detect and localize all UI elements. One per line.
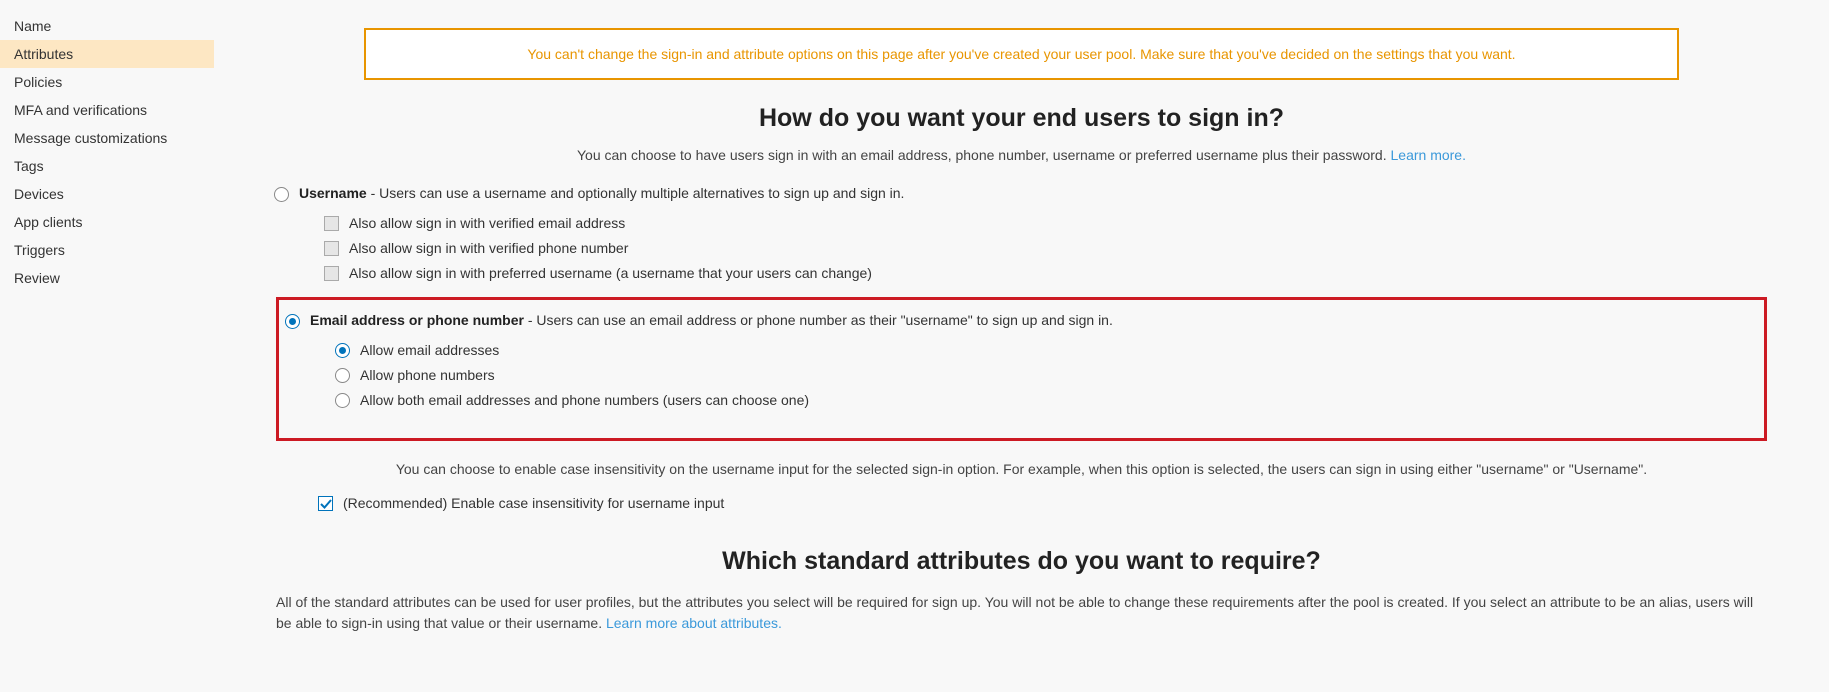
sidebar-item-app-clients[interactable]: App clients	[0, 208, 214, 236]
sidebar-item-attributes[interactable]: Attributes	[0, 40, 214, 68]
case-insensitivity-text: You can choose to enable case insensitiv…	[284, 459, 1759, 480]
case-checkbox-row: (Recommended) Enable case insensitivity …	[318, 494, 1769, 511]
email-sub-allow-email-row: Allow email addresses	[335, 337, 1764, 362]
learn-more-link[interactable]: Learn more.	[1391, 147, 1466, 163]
sidebar-item-policies[interactable]: Policies	[0, 68, 214, 96]
option-email-phone-desc: - Users can use an email address or phon…	[524, 312, 1113, 328]
sidebar-item-name[interactable]: Name	[0, 12, 214, 40]
radio-allow-both[interactable]	[335, 393, 350, 408]
username-sub-preferred-row: Also allow sign in with preferred userna…	[324, 260, 1769, 285]
username-sub-phone-row: Also allow sign in with verified phone n…	[324, 235, 1769, 260]
sidebar-item-devices[interactable]: Devices	[0, 180, 214, 208]
option-username-desc: - Users can use a username and optionall…	[367, 185, 905, 201]
radio-allow-email[interactable]	[335, 343, 350, 358]
email-sub-allow-phone-label: Allow phone numbers	[360, 367, 495, 383]
sidebar-item-triggers[interactable]: Triggers	[0, 236, 214, 264]
sidebar-item-message-customizations[interactable]: Message customizations	[0, 124, 214, 152]
checkbox-verified-phone[interactable]	[324, 241, 339, 256]
option-email-phone-bold: Email address or phone number	[310, 312, 524, 328]
radio-allow-phone[interactable]	[335, 368, 350, 383]
checkbox-case-insensitivity[interactable]	[318, 496, 333, 511]
highlighted-option: Email address or phone number - Users ca…	[276, 297, 1767, 441]
sidebar-item-mfa[interactable]: MFA and verifications	[0, 96, 214, 124]
learn-more-attributes-link[interactable]: Learn more about attributes.	[606, 615, 782, 631]
standard-attributes-heading: Which standard attributes do you want to…	[274, 547, 1769, 576]
warning-banner: You can't change the sign-in and attribu…	[364, 28, 1679, 80]
radio-email-phone[interactable]	[285, 314, 300, 329]
case-checkbox-label: (Recommended) Enable case insensitivity …	[343, 495, 724, 511]
username-sub-preferred-label: Also allow sign in with preferred userna…	[349, 265, 872, 281]
sidebar: Name Attributes Policies MFA and verific…	[0, 0, 214, 692]
email-sub-allow-email-label: Allow email addresses	[360, 342, 499, 358]
signin-subtext-body: You can choose to have users sign in wit…	[577, 147, 1391, 163]
option-email-phone-label: Email address or phone number - Users ca…	[310, 312, 1113, 328]
standard-attributes-body: All of the standard attributes can be us…	[276, 594, 1753, 631]
main-content: You can't change the sign-in and attribu…	[214, 0, 1829, 692]
option-username-label: Username - Users can use a username and …	[299, 185, 904, 201]
email-sub-allow-phone-row: Allow phone numbers	[335, 362, 1764, 387]
email-sub-allow-both-label: Allow both email addresses and phone num…	[360, 392, 809, 408]
option-email-phone-row: Email address or phone number - Users ca…	[279, 310, 1764, 331]
username-sub-email-label: Also allow sign in with verified email a…	[349, 215, 625, 231]
username-sub-email-row: Also allow sign in with verified email a…	[324, 210, 1769, 235]
email-sub-allow-both-row: Allow both email addresses and phone num…	[335, 387, 1764, 412]
option-username-bold: Username	[299, 185, 367, 201]
checkbox-verified-email[interactable]	[324, 216, 339, 231]
signin-subtext: You can choose to have users sign in wit…	[234, 147, 1809, 163]
standard-attributes-text: All of the standard attributes can be us…	[276, 592, 1767, 634]
radio-username[interactable]	[274, 187, 289, 202]
checkbox-preferred-username[interactable]	[324, 266, 339, 281]
username-sub-phone-label: Also allow sign in with verified phone n…	[349, 240, 628, 256]
sidebar-item-tags[interactable]: Tags	[0, 152, 214, 180]
option-username-row: Username - Users can use a username and …	[274, 183, 1769, 204]
sidebar-item-review[interactable]: Review	[0, 264, 214, 292]
check-icon	[320, 498, 332, 510]
signin-heading: How do you want your end users to sign i…	[234, 104, 1809, 133]
